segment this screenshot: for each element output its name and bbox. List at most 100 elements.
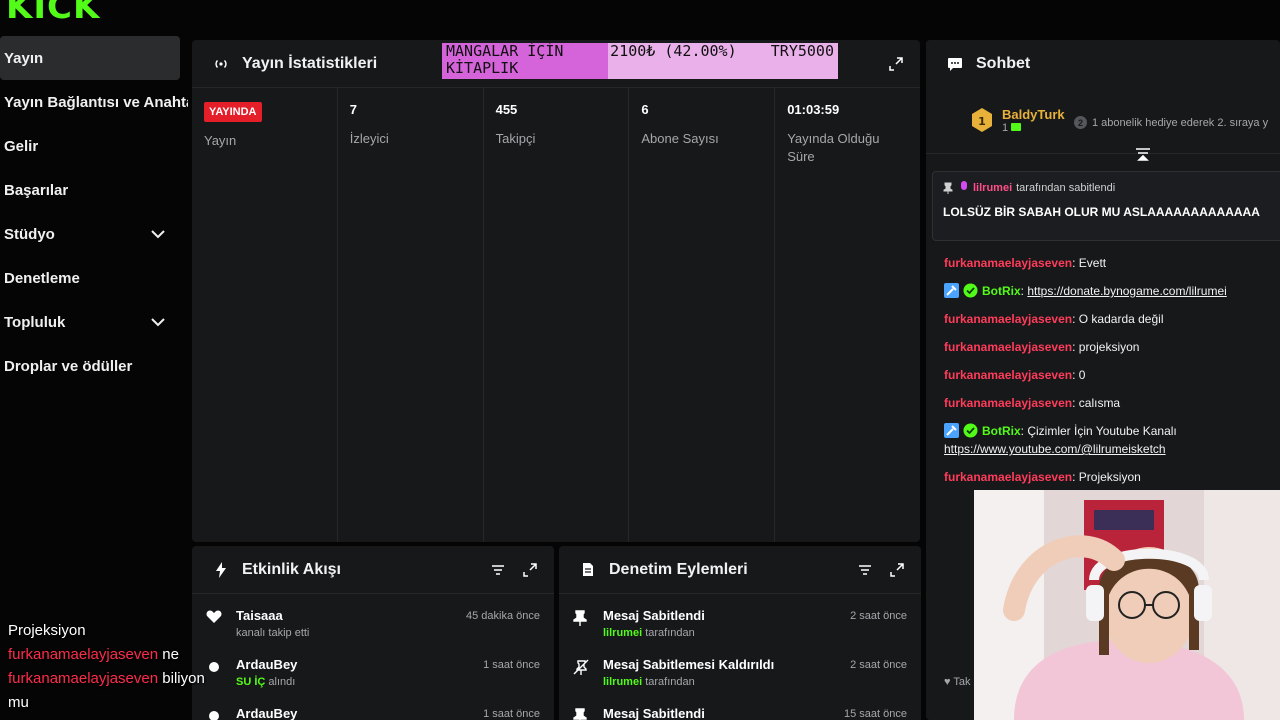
donation-goal-bar: MANGALAR İÇİN KİTAPLIK 2100₺ (42.00%) TR… (442, 43, 838, 79)
event-desc: alındı (268, 676, 296, 688)
stat-label: Yayın (204, 133, 237, 148)
sidebar-item-droplar[interactable]: Droplar ve ödüller (0, 344, 188, 388)
microphone-icon (961, 181, 967, 190)
verified-badge-icon (963, 423, 978, 438)
chat-footer-text: Tak (953, 676, 971, 688)
chat-text: Çizimler İçin Youtube Kanalı (1027, 424, 1177, 438)
popout-icon[interactable] (886, 54, 906, 74)
list-item[interactable]: Mesaj Sabitlemesi Kaldırıldı lilrumei ta… (559, 643, 921, 692)
list-item[interactable]: Mesaj Sabitlendi lilrumei tarafından 2 s… (559, 594, 921, 643)
chat-message[interactable]: furkanamaelayjaseven: 0 (944, 366, 1280, 384)
pinned-message[interactable]: lilrumei tarafından sabitlendi LOLSÜZ Bİ… (932, 171, 1280, 241)
list-item[interactable]: Mesaj Sabitlendi 15 saat önce (559, 692, 921, 720)
stat-value: 01:03:59 (787, 102, 840, 117)
chat-username[interactable]: furkanamaelayjaseven (944, 340, 1072, 354)
chat-username[interactable]: BotRix (982, 284, 1021, 298)
gift-leaderboard[interactable]: 1 BaldyTurk 1 2 1 abonelik hediye ederek … (926, 88, 1280, 154)
activity-feed-panel: Etkinlik Akışı Taisaaa kanalı takip etti… (192, 546, 554, 720)
chat-username[interactable]: furkanamaelayjaseven (944, 312, 1072, 326)
popout-icon[interactable] (887, 560, 907, 580)
chat-username[interactable]: furkanamaelayjaseven (944, 368, 1072, 382)
action-time: 2 saat önce (850, 610, 907, 622)
chat-link[interactable]: https://donate.bynogame.com/lilrumei (1027, 284, 1226, 298)
stat-label: Abone Sayısı (641, 131, 719, 146)
document-icon (579, 561, 597, 579)
overlay-line: furkanamaelayjaseven ne (8, 643, 238, 667)
chat-message[interactable]: furkanamaelayjaseven: O kadarda değil (944, 310, 1280, 328)
chat-text: Evett (1078, 256, 1107, 270)
event-user: ArdauBey (236, 657, 298, 672)
sidebar-item-gelir[interactable]: Gelir (0, 124, 188, 168)
panel-title: Etkinlik Akışı (242, 560, 341, 578)
leader-gift-text: 2 1 abonelik hediye ederek 2. sıraya y (1074, 116, 1268, 129)
chat-username[interactable]: furkanamaelayjaseven (944, 396, 1072, 410)
chat-username[interactable]: BotRix (982, 424, 1021, 438)
overlay-line: furkanamaelayjaseven biliyon (8, 667, 238, 691)
unpin-icon (573, 659, 589, 675)
chat-message[interactable]: BotRix: https://donate.bynogame.com/lilr… (944, 282, 1280, 300)
popout-icon[interactable] (520, 560, 540, 580)
chevron-down-icon (151, 318, 165, 327)
stat-label: İzleyici (349, 131, 389, 146)
sidebar-item-denetleme[interactable]: Denetleme (0, 256, 188, 300)
filter-icon[interactable] (488, 560, 508, 580)
action-name: Mesaj Sabitlendi (603, 706, 705, 720)
event-time: 45 dakika önce (466, 610, 540, 622)
pin-icon (573, 708, 589, 720)
sidebar-item-stream-key[interactable]: Yayın Bağlantısı ve Anahtarı (0, 80, 188, 124)
chat-username[interactable]: furkanamaelayjaseven (944, 256, 1072, 270)
panel-header: Etkinlik Akışı (192, 546, 554, 594)
sidebar-item-yayin[interactable]: Yayın (0, 36, 180, 80)
pinned-text: LOLSÜZ BİR SABAH OLUR MU ASLAAAAAAAAAAAA… (943, 205, 1260, 219)
sidebar-item-label: Başarılar (4, 181, 69, 199)
scroll-down-icon[interactable] (1135, 146, 1151, 162)
goal-target: TRY5000 (770, 43, 834, 60)
filter-icon[interactable] (855, 560, 875, 580)
gift-description: 1 abonelik hediye ederek 2. sıraya y (1092, 116, 1269, 129)
stat-subscribers: 6 Abone Sayısı (629, 88, 776, 542)
chat-username[interactable]: furkanamaelayjaseven (944, 470, 1072, 484)
sidebar-item-label: Droplar ve ödüller (4, 357, 133, 375)
stat-value: 455 (495, 102, 518, 117)
stat-label: Yayında Olduğu Süre (787, 131, 880, 164)
sidebar: Yayın Yayın Bağlantısı ve Anahtarı Gelir… (0, 36, 188, 388)
overlay-username: furkanamaelayjaseven (8, 646, 159, 663)
action-name: Mesaj Sabitlemesi Kaldırıldı (603, 657, 775, 672)
overlay-username: furkanamaelayjaseven (8, 670, 159, 687)
moderator-badge-icon (944, 423, 959, 438)
action-desc: tarafından (645, 676, 695, 688)
event-user: Taisaaa (236, 608, 283, 623)
event-time: 1 saat önce (483, 659, 540, 671)
chat-link[interactable]: https://www.youtube.com/@lilrumeisketch (944, 442, 1166, 456)
stat-live-status: YAYINDA Yayın (192, 88, 338, 542)
panel-header: Denetim Eylemleri (559, 546, 921, 594)
sidebar-item-basarilar[interactable]: Başarılar (0, 168, 188, 212)
kick-logo[interactable]: KICK (6, 0, 100, 24)
goal-label: MANGALAR İÇİN KİTAPLIK (446, 43, 564, 77)
stat-label: Takipçi (495, 131, 536, 146)
leader-username: BaldyTurk (1002, 107, 1065, 122)
gold-medal-icon: 1 (970, 107, 994, 135)
overlay-line: mu (8, 694, 29, 711)
list-item[interactable]: ArdauBey 1 saat önce (192, 692, 554, 720)
chat-message[interactable]: furkanamaelayjaseven: Projeksiyon (944, 468, 1280, 486)
overlay-text: biliyon (162, 670, 205, 687)
mod-actions-panel: Denetim Eylemleri Mesaj Sabitlendi lilru… (559, 546, 921, 720)
sidebar-item-label: Yayın (4, 49, 44, 67)
chat-message[interactable]: BotRix: Çizimler İçin Youtube Kanalı http… (944, 422, 1280, 458)
list-item[interactable]: Taisaaa kanalı takip etti 45 dakika önce (192, 594, 554, 643)
moderator-name: lilrumei (603, 627, 643, 639)
sidebar-item-topluluk[interactable]: Topluluk (0, 300, 188, 344)
live-badge: YAYINDA (204, 102, 262, 122)
chat-message[interactable]: furkanamaelayjaseven: projeksiyon (944, 338, 1280, 356)
verified-badge-icon (963, 283, 978, 298)
sidebar-item-studyo[interactable]: Stüdyo (0, 212, 188, 256)
list-item[interactable]: ArdauBey SU İÇ alındı 1 saat önce (192, 643, 554, 692)
webcam-video (974, 490, 1280, 720)
goal-current: 2100₺ (42.00%) (610, 43, 737, 60)
sidebar-item-label: Gelir (4, 137, 39, 155)
chat-bubble-icon (946, 55, 964, 73)
chat-text: calısma (1078, 396, 1121, 410)
chat-message[interactable]: furkanamaelayjaseven: Evett (944, 254, 1280, 272)
chat-message[interactable]: furkanamaelayjaseven: calısma (944, 394, 1280, 412)
